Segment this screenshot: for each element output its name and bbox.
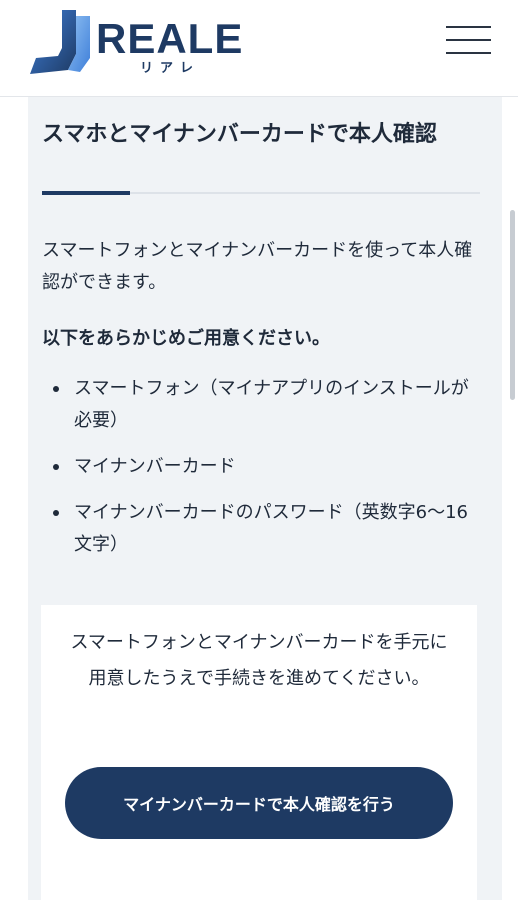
card-note: スマートフォンとマイナンバーカードを手元に用意したうえで手続きを進めてください。 bbox=[70, 632, 448, 689]
identity-verification-panel: スマホとマイナンバーカードで本人確認 スマートフォンとマイナンバーカードを使って… bbox=[28, 97, 502, 900]
intro-text: スマートフォンとマイナンバーカードを使って本人確認ができます。 bbox=[42, 240, 473, 293]
scrollbar[interactable] bbox=[510, 210, 515, 400]
logo-katakana: リアレ bbox=[140, 60, 201, 75]
action-card: スマートフォンとマイナンバーカードを手元に用意したうえで手続きを進めてください。… bbox=[41, 605, 477, 900]
list-item: スマートフォン（マイナアプリのインストールが必要） bbox=[42, 373, 482, 437]
requirements-list: スマートフォン（マイナアプリのインストールが必要） マイナンバーカード マイナン… bbox=[42, 373, 482, 561]
hamburger-icon[interactable] bbox=[444, 22, 494, 58]
reale-logo[interactable]: REALE リアレ bbox=[28, 6, 258, 76]
list-item: マイナンバーカード bbox=[42, 451, 482, 483]
logo-wordmark: REALE bbox=[96, 15, 244, 62]
verify-with-mynumber-button[interactable]: マイナンバーカードで本人確認を行う bbox=[65, 767, 453, 839]
list-item: マイナンバーカードのパスワード（英数字6〜16文字） bbox=[42, 497, 482, 561]
page-title: スマホとマイナンバーカードで本人確認 bbox=[42, 122, 437, 147]
prepare-heading: 以下をあらかじめご用意ください。 bbox=[42, 328, 330, 349]
logo-mark-icon bbox=[30, 10, 90, 74]
site-header: REALE リアレ bbox=[0, 0, 518, 97]
title-accent-bar bbox=[42, 191, 130, 195]
